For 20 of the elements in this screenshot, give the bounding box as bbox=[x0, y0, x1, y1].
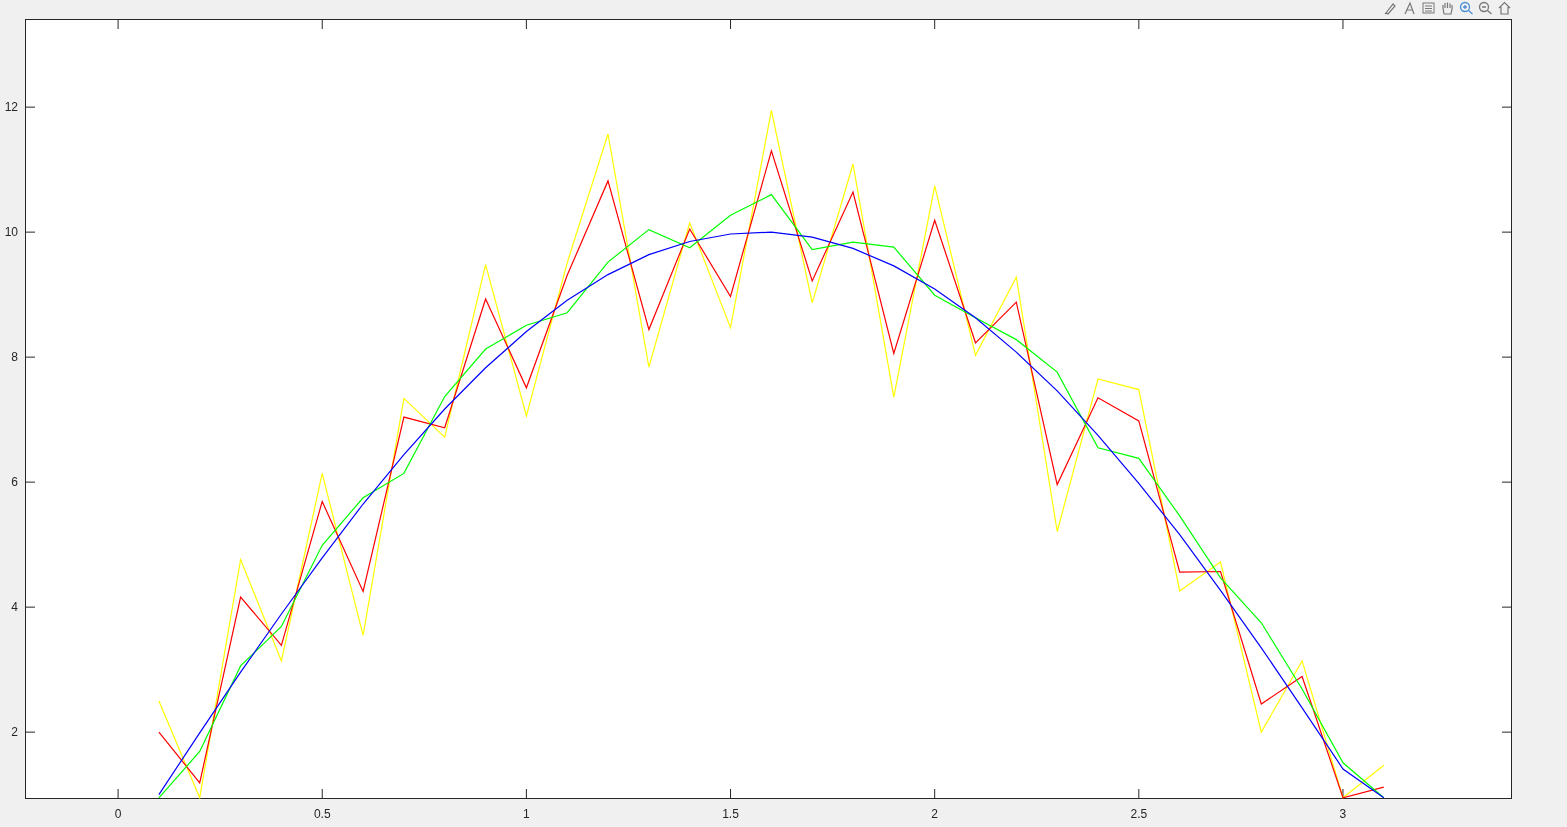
home-icon[interactable] bbox=[1497, 1, 1512, 15]
x-tick-label: 1 bbox=[523, 807, 530, 821]
x-tick-label: 0 bbox=[114, 807, 122, 821]
x-tick-label: 1.5 bbox=[722, 807, 739, 821]
y-tick-label: 8 bbox=[11, 350, 18, 365]
y-tick-label: 4 bbox=[11, 600, 18, 615]
x-tick-label: 2.5 bbox=[1130, 807, 1148, 821]
x-tick-label: 3 bbox=[1339, 807, 1347, 821]
y-tick-label: 10 bbox=[4, 225, 18, 240]
list-icon[interactable] bbox=[1421, 1, 1436, 15]
y-tick-label: 2 bbox=[11, 725, 18, 740]
cursor-icon[interactable] bbox=[1402, 1, 1417, 15]
x-tick-label: 0.5 bbox=[313, 807, 331, 821]
y-tick-label: 12 bbox=[4, 100, 18, 115]
zoom-in-icon[interactable] bbox=[1459, 1, 1474, 15]
y-tick-label: 6 bbox=[11, 475, 18, 490]
x-tick-label: 2 bbox=[931, 807, 938, 821]
zoom-out-icon[interactable] bbox=[1478, 1, 1493, 15]
brush-icon[interactable] bbox=[1383, 1, 1398, 15]
hand-icon[interactable] bbox=[1440, 1, 1455, 15]
